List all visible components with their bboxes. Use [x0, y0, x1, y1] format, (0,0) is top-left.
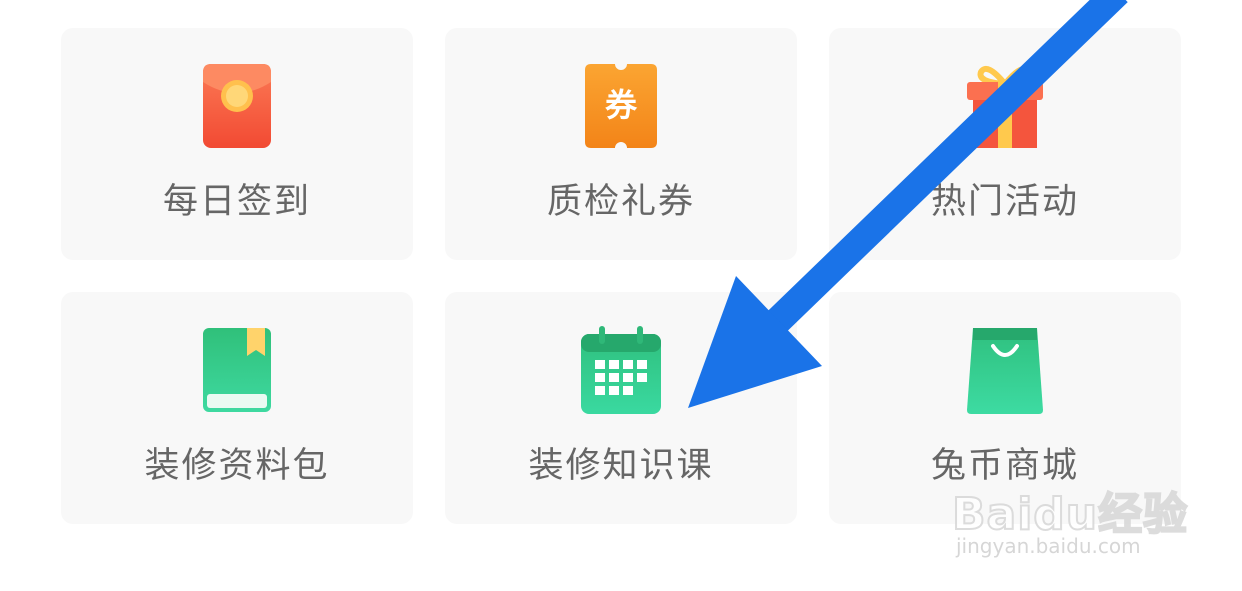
tile-label: 装修知识课 [528, 446, 714, 486]
tile-daily-checkin[interactable]: 每日签到 [61, 28, 413, 260]
tile-label: 每日签到 [162, 182, 311, 222]
red-envelope-icon [203, 64, 271, 148]
tile-label: 装修资料包 [144, 446, 330, 486]
watermark-brand: Baidu经验 [951, 488, 1189, 541]
coupon-icon: 券 [585, 64, 657, 148]
baidu-watermark: Baidu经验 jingyan.baidu.com [951, 478, 1192, 568]
gift-icon [967, 66, 1043, 148]
calendar-icon [581, 326, 661, 414]
watermark-url: jingyan.baidu.com [956, 534, 1141, 558]
tile-label: 热门活动 [930, 182, 1079, 222]
tile-inspection-coupon[interactable]: 券 质检礼券 [445, 28, 797, 260]
tile-hot-events[interactable]: 热门活动 [829, 28, 1181, 260]
coupon-icon-text: 券 [605, 86, 638, 124]
shopping-bag-icon [967, 328, 1043, 414]
book-icon [203, 328, 271, 412]
tile-renovation-course[interactable]: 装修知识课 [445, 292, 797, 524]
tile-renovation-materials[interactable]: 装修资料包 [61, 292, 413, 524]
tile-label: 质检礼券 [546, 182, 695, 222]
